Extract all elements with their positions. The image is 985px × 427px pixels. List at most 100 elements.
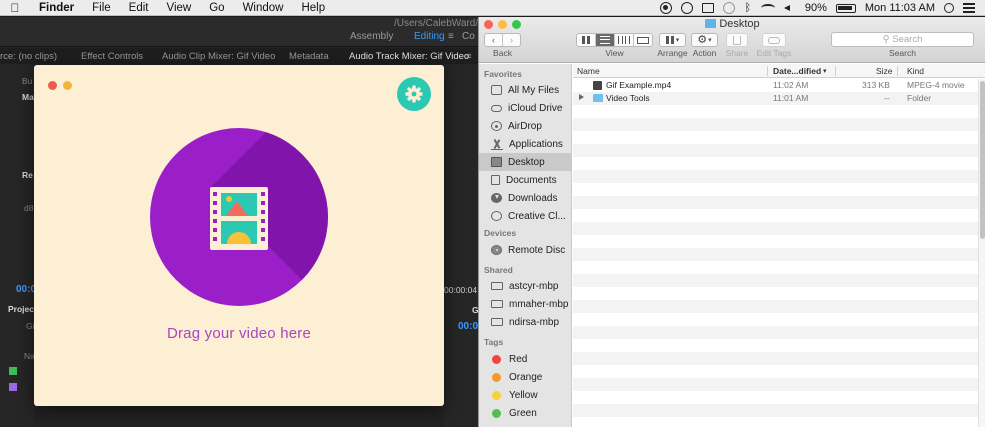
share-control[interactable] xyxy=(727,34,747,46)
finder-window-title: Desktop xyxy=(479,18,985,30)
tab-menu-icon[interactable]: ≡ xyxy=(466,51,472,62)
file-list: Gif Example.mp4 11:02 AM 313 KB MPEG-4 m… xyxy=(573,79,978,427)
battery-icon[interactable] xyxy=(835,3,856,13)
sidebar-item-creative-cloud[interactable]: Creative Cl... xyxy=(479,207,571,225)
chevron-left-icon: ‹ xyxy=(492,35,495,45)
sidebar-item-airdrop[interactable]: AirDrop xyxy=(479,117,571,135)
computer-icon xyxy=(491,300,503,308)
tab-audio-track-mixer[interactable]: Audio Track Mixer: Gif Video xyxy=(349,51,469,62)
coverflow-view-button[interactable] xyxy=(634,34,652,46)
action-dropdown[interactable]: ⚙ ▾ xyxy=(692,34,717,46)
sidebar-item-applications[interactable]: Applications xyxy=(479,135,571,153)
film-strip-icon xyxy=(210,187,268,250)
workspace-menu-icon[interactable]: ≡ xyxy=(448,31,454,42)
edit-tags-button[interactable] xyxy=(762,33,786,47)
menu-help[interactable]: Help xyxy=(292,0,334,16)
sidebar-item-remote-disc[interactable]: Remote Disc xyxy=(479,241,571,259)
sidebar-tag-red[interactable]: Red xyxy=(479,350,571,368)
sidebar-tag-orange[interactable]: Orange xyxy=(479,368,571,386)
airplay-icon[interactable] xyxy=(701,3,714,13)
menu-edit[interactable]: Edit xyxy=(120,0,158,16)
spotlight-icon[interactable] xyxy=(944,3,954,13)
label-color-swatch xyxy=(9,367,17,375)
menu-file[interactable]: File xyxy=(83,0,120,16)
creative-cloud-icon[interactable] xyxy=(680,2,693,14)
close-window-button[interactable] xyxy=(48,81,57,90)
bluetooth-icon[interactable]: ᛒ xyxy=(744,2,752,14)
sidebar-item-all-my-files[interactable]: All My Files xyxy=(479,81,571,99)
minimize-window-button[interactable] xyxy=(63,81,72,90)
video-drop-zone[interactable] xyxy=(150,128,328,306)
tab-source[interactable]: rce: (no clips) xyxy=(0,51,57,62)
premiere-timecode: 00:00:04 xyxy=(444,285,478,295)
time-machine-icon[interactable] xyxy=(722,2,735,14)
menu-window[interactable]: Window xyxy=(234,0,293,16)
desktop-icon xyxy=(491,157,502,167)
sidebar-tag-green[interactable]: Green xyxy=(479,404,571,422)
record-icon[interactable] xyxy=(659,2,672,14)
window-title-text: Desktop xyxy=(719,18,760,30)
column-date-modified[interactable]: Date...dified xyxy=(773,66,821,76)
tag-dot-icon xyxy=(492,408,501,418)
sidebar-tag-yellow[interactable]: Yellow xyxy=(479,386,571,404)
column-size[interactable]: Size xyxy=(876,66,893,76)
menu-go[interactable]: Go xyxy=(200,0,233,16)
menu-view[interactable]: View xyxy=(158,0,201,16)
settings-button[interactable] xyxy=(397,77,431,111)
notification-center-icon[interactable] xyxy=(963,3,975,13)
workspace-editing[interactable]: Editing xyxy=(414,31,445,42)
sidebar-item-documents[interactable]: Documents xyxy=(479,171,571,189)
sidebar-item-shared-computer[interactable]: mmaher-mbp xyxy=(479,295,571,313)
search-input[interactable]: ⚲ Search xyxy=(831,32,974,47)
menu-clock[interactable]: Mon 11:03 AM xyxy=(865,2,935,14)
arrange-button[interactable]: ▾ xyxy=(659,33,686,47)
apple-menu-icon[interactable]:  xyxy=(0,1,30,15)
finder-sidebar: Favorites All My Files iCloud Drive AirD… xyxy=(479,64,572,427)
scrollbar-thumb[interactable] xyxy=(980,81,985,239)
finder-window: Desktop ‹ › Back View ▾ Arrange ⚙ ▾ Actio… xyxy=(478,17,985,427)
sidebar-item-label: Documents xyxy=(506,174,557,186)
back-button[interactable]: ‹ xyxy=(485,34,503,46)
label-color-swatch xyxy=(9,383,17,391)
column-kind[interactable]: Kind xyxy=(907,66,924,76)
forward-button[interactable]: › xyxy=(503,34,520,46)
sidebar-item-downloads[interactable]: Downloads xyxy=(479,189,571,207)
column-separator[interactable] xyxy=(897,66,898,76)
edit-tags-control[interactable] xyxy=(763,34,785,46)
file-row[interactable]: Video Tools 11:01 AM -- Folder xyxy=(573,92,978,105)
share-button[interactable] xyxy=(726,33,748,47)
file-row[interactable]: Gif Example.mp4 11:02 AM 313 KB MPEG-4 m… xyxy=(573,79,978,92)
action-button[interactable]: ⚙ ▾ xyxy=(691,33,718,47)
chevron-down-icon: ▾ xyxy=(675,37,680,44)
arrange-dropdown[interactable]: ▾ xyxy=(660,34,685,46)
workspace-assembly[interactable]: Assembly xyxy=(350,31,393,42)
wifi-icon[interactable] xyxy=(760,4,775,12)
computer-icon xyxy=(491,282,503,290)
column-separator[interactable] xyxy=(835,66,836,76)
sidebar-item-shared-computer[interactable]: astcyr-mbp xyxy=(479,277,571,295)
column-view-button[interactable] xyxy=(615,34,634,46)
column-separator[interactable] xyxy=(767,66,768,76)
volume-icon[interactable] xyxy=(783,2,796,14)
chevron-down-icon: ▾ xyxy=(708,37,712,44)
icon-view-button[interactable] xyxy=(577,34,596,46)
file-name: Video Tools xyxy=(606,93,650,103)
workspace-color[interactable]: Co xyxy=(462,31,475,42)
folder-icon xyxy=(593,94,603,102)
list-column-header: Name Date...dified ▾ Size Kind xyxy=(573,64,985,78)
list-scrollbar[interactable] xyxy=(978,79,985,427)
menu-app-name[interactable]: Finder xyxy=(30,0,83,16)
disclosure-triangle-icon[interactable] xyxy=(579,94,584,100)
tab-metadata[interactable]: Metadata xyxy=(289,51,329,62)
sidebar-item-shared-computer[interactable]: ndirsa-mbp xyxy=(479,313,571,331)
battery-percent[interactable]: 90% xyxy=(805,2,827,14)
tab-effect-controls[interactable]: Effect Controls xyxy=(81,51,143,62)
tag-icon xyxy=(768,36,780,44)
premiere-project-tab[interactable]: Projec xyxy=(8,304,34,314)
list-view-button[interactable] xyxy=(596,34,615,46)
sidebar-item-desktop[interactable]: Desktop xyxy=(479,153,571,171)
column-name[interactable]: Name xyxy=(577,66,600,76)
view-label: View xyxy=(605,48,624,58)
sidebar-item-icloud-drive[interactable]: iCloud Drive xyxy=(479,99,571,117)
tab-audio-clip-mixer[interactable]: Audio Clip Mixer: Gif Video xyxy=(162,51,275,62)
